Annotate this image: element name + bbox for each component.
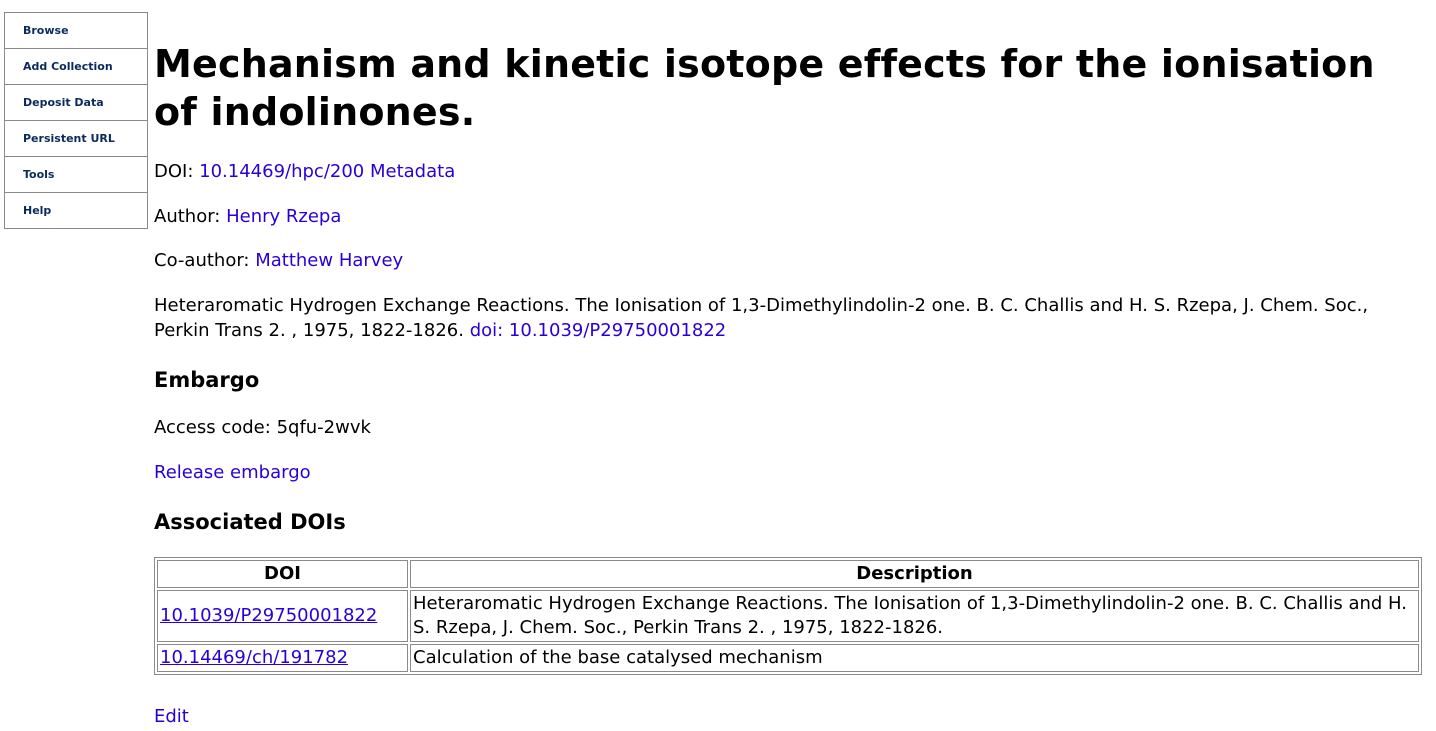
sidebar-item-label: Add Collection [23,60,113,73]
sidebar-item-tools[interactable]: Tools [4,156,148,193]
associated-doi-link[interactable]: 10.14469/ch/191782 [160,647,348,668]
doi-cell: 10.1039/P29750001822 [157,590,408,642]
metadata-link[interactable]: Metadata [370,161,455,182]
doi-line: DOI: 10.14469/hpc/200 Metadata [154,160,455,184]
table-row: 10.1039/P29750001822 Heteraromatic Hydro… [157,590,1419,642]
doi-link[interactable]: 10.14469/hpc/200 [199,161,364,182]
description-cell: Calculation of the base catalysed mechan… [410,644,1419,672]
release-embargo-link[interactable]: Release embargo [154,462,311,483]
release-embargo-line: Release embargo [154,461,311,485]
coauthor-link[interactable]: Matthew Harvey [255,250,403,271]
doi-label: DOI: [154,161,194,182]
citation: Heteraromatic Hydrogen Exchange Reaction… [154,293,1424,343]
doi-cell: 10.14469/ch/191782 [157,644,408,672]
sidebar-item-deposit-data[interactable]: Deposit Data [4,84,148,121]
citation-text: Heteraromatic Hydrogen Exchange Reaction… [154,295,1369,341]
associated-doi-link[interactable]: 10.1039/P29750001822 [160,605,377,626]
table-header-row: DOI Description [157,560,1419,588]
sidebar-item-label: Tools [23,168,55,181]
access-code-line: Access code: 5qfu-2wvk [154,416,371,440]
author-line: Author: Henry Rzepa [154,205,341,229]
main-content: Mechanism and kinetic isotope effects fo… [154,0,1424,727]
sidebar-item-persistent-url[interactable]: Persistent URL [4,120,148,157]
column-header-doi: DOI [157,560,408,588]
sidebar-item-browse[interactable]: Browse [4,12,148,49]
sidebar-item-help[interactable]: Help [4,192,148,229]
coauthor-line: Co-author: Matthew Harvey [154,249,403,273]
embargo-heading: Embargo [154,368,260,392]
coauthor-label: Co-author: [154,250,250,271]
author-label: Author: [154,206,221,227]
column-header-description: Description [410,560,1419,588]
edit-line: Edit [154,705,189,729]
table-row: 10.14469/ch/191782 Calculation of the ba… [157,644,1419,672]
edit-link[interactable]: Edit [154,706,189,727]
sidebar-item-label: Persistent URL [23,132,115,145]
description-cell: Heteraromatic Hydrogen Exchange Reaction… [410,590,1419,642]
author-link[interactable]: Henry Rzepa [226,206,341,227]
access-code-value: 5qfu-2wvk [276,417,371,438]
sidebar-item-add-collection[interactable]: Add Collection [4,48,148,85]
sidebar-nav: Browse Add Collection Deposit Data Persi… [4,12,148,229]
access-code-label: Access code: [154,417,271,438]
page-title: Mechanism and kinetic isotope effects fo… [154,42,1375,134]
associated-dois-heading: Associated DOIs [154,510,346,534]
sidebar-item-label: Browse [23,24,69,37]
sidebar-item-label: Help [23,204,52,217]
associated-dois-table: DOI Description 10.1039/P29750001822 Het… [154,557,1422,675]
citation-doi-link[interactable]: doi: 10.1039/P29750001822 [470,320,727,341]
sidebar-item-label: Deposit Data [23,96,104,109]
